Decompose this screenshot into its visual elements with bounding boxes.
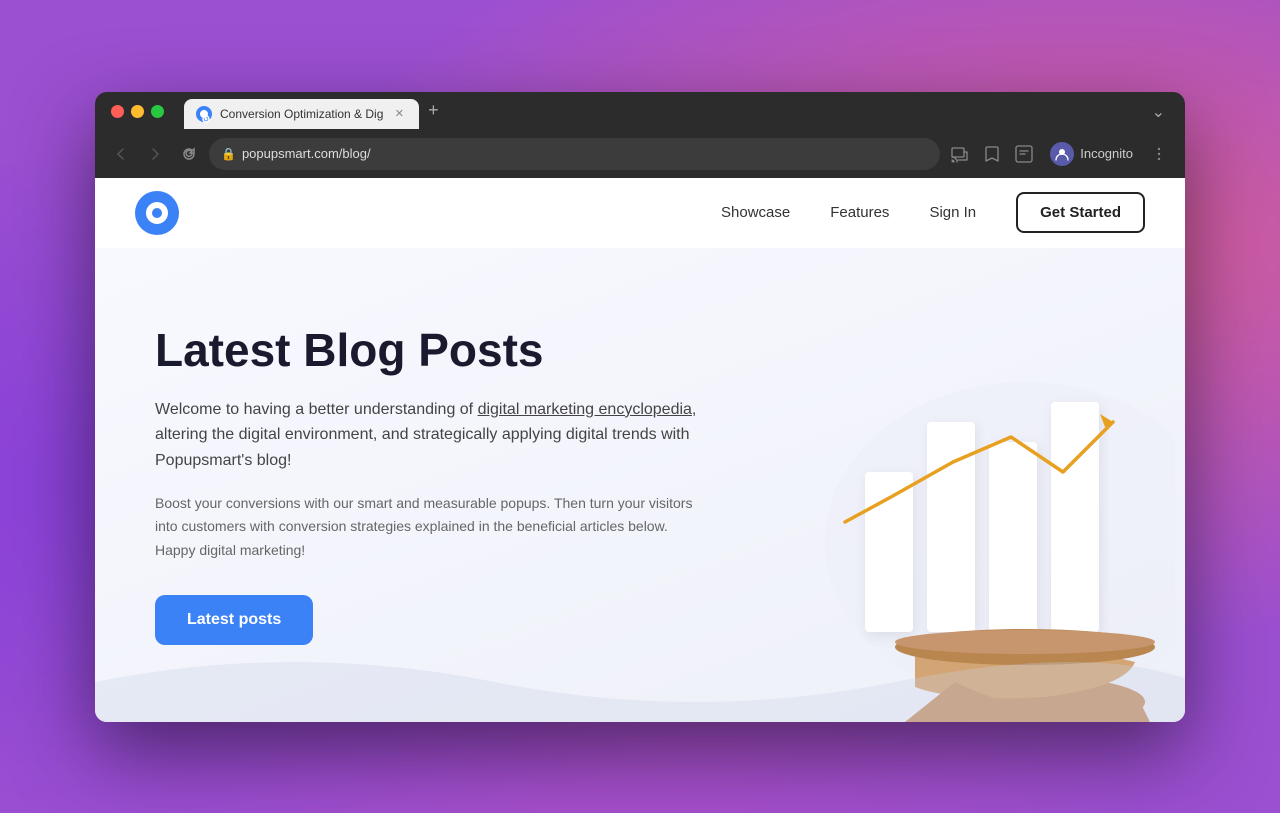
site-navbar: Showcase Features Sign In Get Started [95,178,1185,248]
hero-subtitle-plain: Welcome to having a better understanding… [155,401,478,418]
active-tab[interactable]: Conversion Optimization & Dig ✕ [184,99,419,129]
hero-subtitle: Welcome to having a better understanding… [155,397,705,474]
tab-title: Conversion Optimization & Dig [220,107,383,121]
browser-window: Conversion Optimization & Dig ✕ + ⌄ 🔒 po… [95,92,1185,722]
forward-button[interactable] [141,140,169,168]
hero-description: Boost your conversions with our smart an… [155,492,705,563]
tab-close-button[interactable]: ✕ [391,106,407,122]
browser-more-button[interactable]: ⌄ [1148,98,1169,126]
url-text: popupsmart.com/blog/ [242,146,928,161]
favicon-inner [200,110,208,118]
hero-wave [95,642,1185,722]
tab-favicon [196,106,212,122]
site-logo-inner [146,202,168,224]
minimize-traffic-light[interactable] [131,105,144,118]
browser-chrome: Conversion Optimization & Dig ✕ + ⌄ 🔒 po… [95,92,1185,178]
browser-addressbar: 🔒 popupsmart.com/blog/ Incognito [95,132,1185,178]
tabs-bar: Conversion Optimization & Dig ✕ + [184,95,1136,129]
hero-section: Latest Blog Posts Welcome to having a be… [95,248,1185,722]
address-bar[interactable]: 🔒 popupsmart.com/blog/ [209,138,940,170]
toolbar-right: Incognito [946,140,1173,168]
hero-title: Latest Blog Posts [155,324,705,377]
site-nav-links: Showcase Features Sign In Get Started [721,192,1145,233]
hero-subtitle-link[interactable]: digital marketing encyclopedia [478,401,692,418]
website-content: Showcase Features Sign In Get Started La… [95,178,1185,722]
tab-search-button[interactable] [1010,140,1038,168]
reload-button[interactable] [175,140,203,168]
bookmark-button[interactable] [978,140,1006,168]
incognito-profile[interactable]: Incognito [1042,140,1141,168]
browser-menu-button[interactable] [1145,140,1173,168]
incognito-label: Incognito [1080,146,1133,161]
latest-posts-button[interactable]: Latest posts [155,595,313,645]
nav-link-showcase[interactable]: Showcase [721,204,790,221]
site-logo-dot [152,208,162,218]
incognito-avatar [1050,142,1074,166]
new-tab-button[interactable]: + [419,97,447,125]
site-logo[interactable] [135,191,179,235]
back-button[interactable] [107,140,135,168]
traffic-lights [111,105,164,118]
maximize-traffic-light[interactable] [151,105,164,118]
browser-titlebar: Conversion Optimization & Dig ✕ + ⌄ [95,92,1185,132]
lock-icon: 🔒 [221,147,236,161]
nav-link-features[interactable]: Features [830,204,889,221]
get-started-button[interactable]: Get Started [1016,192,1145,233]
cast-button[interactable] [946,140,974,168]
close-traffic-light[interactable] [111,105,124,118]
nav-link-signin[interactable]: Sign In [929,204,976,221]
